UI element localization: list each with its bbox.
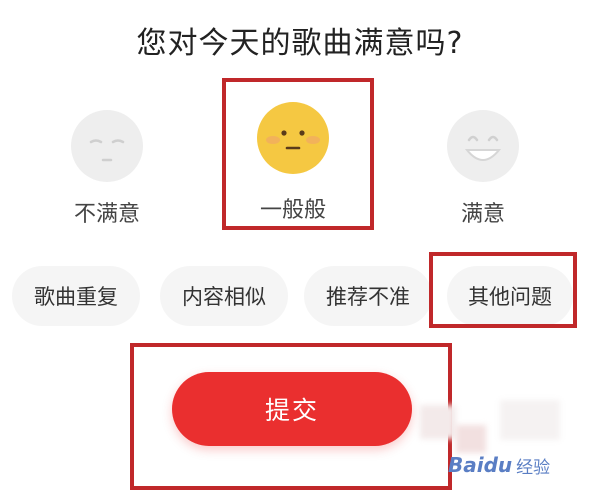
blur-artifact (500, 400, 560, 440)
issue-chip-inaccurate[interactable]: 推荐不准 (304, 266, 432, 326)
watermark-brand: Baidu (448, 453, 513, 477)
satisfied-face-icon[interactable] (445, 108, 521, 184)
issue-chip-repeat[interactable]: 歌曲重复 (12, 266, 140, 326)
neutral-face-icon[interactable] (255, 100, 331, 176)
unsatisfied-face-icon[interactable] (69, 108, 145, 184)
rating-label-satisfied: 满意 (460, 202, 505, 227)
blur-artifact (420, 405, 456, 439)
rating-label-neutral: 一般般 (259, 198, 326, 223)
issue-chip-other[interactable]: 其他问题 (447, 266, 573, 326)
baidu-watermark: Baidu 经验 (448, 440, 598, 490)
question-title: 您对今天的歌曲满意吗? (136, 26, 464, 61)
submit-button[interactable]: 提交 (172, 372, 412, 446)
issue-chip-similar[interactable]: 内容相似 (160, 266, 288, 326)
rating-label-unsatisfied: 不满意 (73, 202, 140, 227)
watermark-suffix: 经验 (516, 457, 551, 478)
